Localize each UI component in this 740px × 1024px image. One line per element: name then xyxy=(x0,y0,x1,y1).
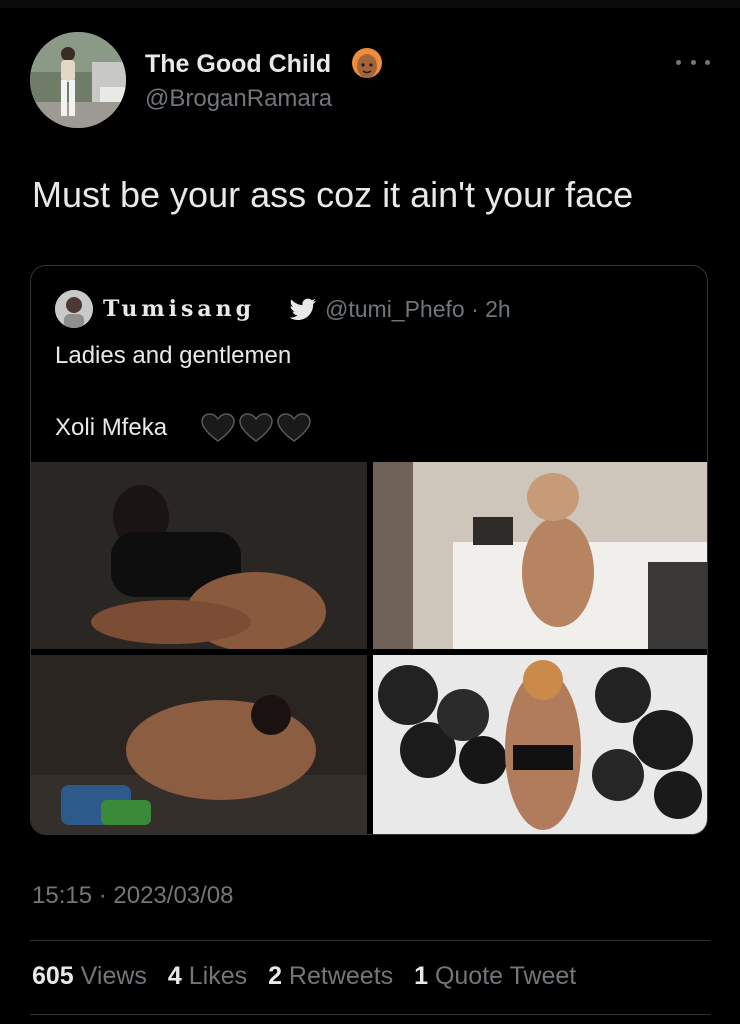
twitter-bird-icon xyxy=(289,298,317,322)
woman-emoji-icon xyxy=(349,46,385,82)
tweet-stats: 605 Views 4 Likes 2 Retweets 1 Quote Twe… xyxy=(32,962,590,991)
quoted-tweet-card[interactable]: Tumisang @tumi_Phefo · 2h Ladies and gen… xyxy=(30,265,708,835)
views-count: 605 xyxy=(32,962,74,990)
black-heart-icon xyxy=(239,413,273,442)
author-handle[interactable]: @BroganRamara xyxy=(145,85,332,113)
likes-count: 4 xyxy=(167,962,182,990)
more-dot xyxy=(690,59,696,65)
quoted-text-line-2: Xoli Mfeka xyxy=(55,414,168,441)
tweet-text: Must be your ass coz it ain't your face xyxy=(32,174,634,215)
more-options-icon[interactable] xyxy=(676,52,710,72)
likes-label[interactable]: Likes xyxy=(189,962,247,990)
media-photo-4[interactable] xyxy=(373,655,707,834)
more-dot xyxy=(676,59,681,65)
divider xyxy=(30,940,710,941)
divider xyxy=(30,1014,710,1015)
black-heart-icon xyxy=(277,413,311,442)
quotes-label[interactable]: Quote Tweet xyxy=(435,962,576,990)
quoted-handle-time[interactable]: @tumi_Phefo · 2h xyxy=(325,296,511,323)
tweet-timestamp[interactable]: 15:15 · 2023/03/08 xyxy=(32,882,234,910)
retweets-count: 2 xyxy=(268,962,282,990)
author-display-name[interactable]: The Good Child xyxy=(145,50,331,79)
quoted-display-name[interactable]: Tumisang xyxy=(103,296,255,322)
more-dot xyxy=(705,59,710,65)
quotes-count: 1 xyxy=(414,962,428,990)
views-label[interactable]: Views xyxy=(81,962,147,990)
media-photo-2[interactable] xyxy=(373,462,707,649)
quoted-author-avatar[interactable] xyxy=(55,290,93,328)
media-photo-3[interactable] xyxy=(31,655,367,834)
top-edge xyxy=(0,0,740,8)
black-heart-icon xyxy=(201,413,235,442)
black-hearts xyxy=(201,413,311,443)
retweets-label[interactable]: Retweets xyxy=(289,962,393,990)
quoted-text-line-1: Ladies and gentlemen xyxy=(55,342,292,369)
media-photo-1[interactable] xyxy=(31,462,367,649)
author-avatar[interactable] xyxy=(30,32,126,128)
